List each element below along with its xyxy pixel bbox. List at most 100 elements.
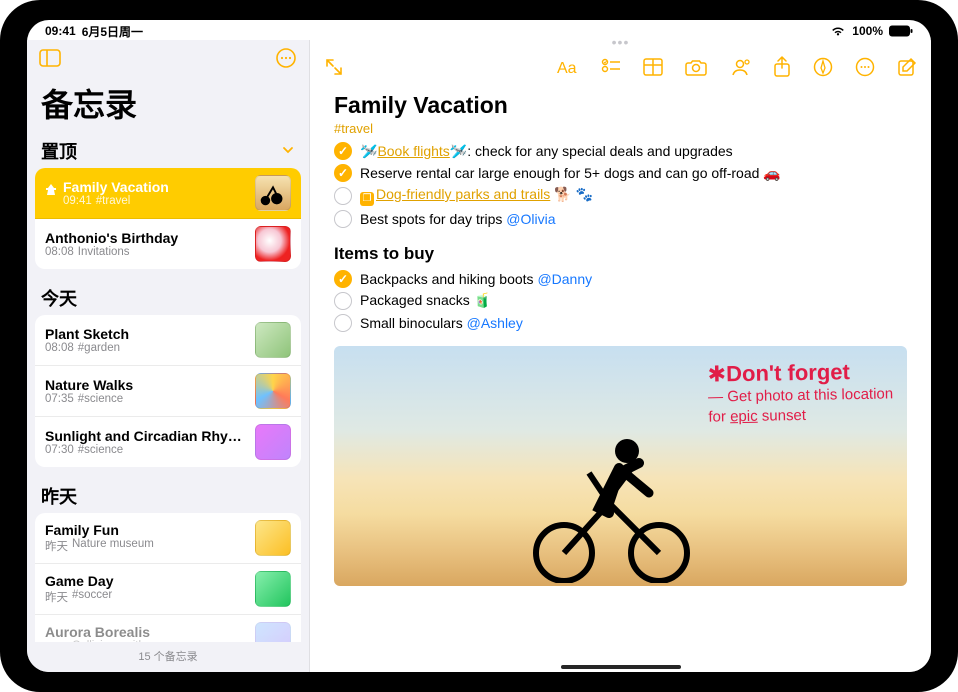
checklist-text: Reserve rental car large enough for 5+ d… bbox=[360, 165, 781, 182]
table-icon[interactable] bbox=[643, 58, 663, 76]
handwritten-annotation: ✱Don't forget — Get photo at this locati… bbox=[707, 358, 893, 425]
chevron-down-icon[interactable] bbox=[281, 141, 295, 162]
note-thumbnail bbox=[255, 226, 291, 262]
checkbox-icon[interactable] bbox=[334, 210, 352, 228]
multitask-dots-icon[interactable]: ••• bbox=[310, 40, 931, 48]
note-link[interactable]: Book flights bbox=[377, 143, 449, 159]
status-time: 09:41 bbox=[45, 24, 76, 38]
checklist-text: Packaged snacks 🧃 bbox=[360, 292, 491, 309]
note-heading: Family Vacation bbox=[334, 92, 907, 119]
sidebar: 备忘录 置顶 bbox=[27, 40, 310, 672]
section-header-yesterday[interactable]: 昨天 bbox=[35, 477, 301, 513]
note-view: ••• Aa bbox=[310, 40, 931, 672]
sidebar-footer-count: 15 个备忘录 bbox=[27, 642, 309, 672]
checklist-text: : check for any special deals and upgrad… bbox=[467, 143, 732, 159]
checklist-text: 🐕 🐾 bbox=[550, 186, 593, 202]
note-title: Family Fun bbox=[45, 522, 247, 538]
note-meta: #travel bbox=[96, 195, 131, 207]
cyclist-silhouette bbox=[519, 413, 699, 583]
checkbox-checked-icon[interactable] bbox=[334, 270, 352, 288]
status-date: 6月5日周一 bbox=[82, 23, 143, 40]
note-meta: Collisions with oxyge bbox=[72, 640, 179, 642]
note-item[interactable]: Nature Walks 07:35#science bbox=[35, 366, 301, 417]
note-title: Sunlight and Circadian Rhy… bbox=[45, 428, 247, 444]
compose-icon[interactable] bbox=[897, 57, 917, 77]
mention[interactable]: @Olivia bbox=[506, 211, 555, 227]
note-thumbnail bbox=[255, 322, 291, 358]
note-title: Family Vacation bbox=[63, 179, 247, 195]
star-icon: ✱ bbox=[707, 361, 726, 386]
svg-text:Aa: Aa bbox=[557, 60, 577, 77]
section-header-pinned[interactable]: 置顶 bbox=[35, 132, 301, 168]
note-item[interactable]: Family Fun 昨天Nature museum bbox=[35, 513, 301, 564]
camera-icon[interactable] bbox=[685, 58, 707, 76]
sidebar-toggle-icon[interactable] bbox=[39, 49, 61, 72]
format-icon[interactable]: Aa bbox=[557, 57, 579, 77]
note-meta: Nature museum bbox=[72, 538, 154, 554]
status-bar: 09:41 6月5日周一 100% bbox=[27, 20, 931, 40]
checklist-text: Best spots for day trips bbox=[360, 211, 506, 227]
more-icon[interactable] bbox=[275, 47, 297, 74]
more-options-icon[interactable] bbox=[855, 57, 875, 77]
note-meta: Invitations bbox=[78, 246, 130, 258]
note-item[interactable]: Aurora Borealis 昨天Collisions with oxyge bbox=[35, 615, 301, 642]
checklist-item[interactable]: Packaged snacks 🧃 bbox=[334, 290, 907, 312]
expand-icon[interactable] bbox=[324, 57, 344, 77]
note-title: Plant Sketch bbox=[45, 326, 247, 342]
note-thumbnail bbox=[255, 424, 291, 460]
note-time: 昨天 bbox=[45, 589, 68, 605]
collaborate-icon[interactable] bbox=[729, 57, 751, 77]
note-time: 09:41 bbox=[63, 195, 92, 207]
note-meta: #soccer bbox=[72, 589, 112, 605]
emoji: 🛩️ bbox=[450, 143, 467, 159]
note-time: 07:30 bbox=[45, 444, 74, 456]
note-meta: #science bbox=[78, 393, 123, 405]
checklist: Backpacks and hiking boots @Danny Packag… bbox=[334, 268, 907, 334]
checklist-item[interactable]: Reserve rental car large enough for 5+ d… bbox=[334, 162, 907, 184]
checklist-text: Small binoculars bbox=[360, 315, 467, 331]
share-icon[interactable] bbox=[773, 56, 791, 78]
note-time: 08:08 bbox=[45, 246, 74, 258]
link-note-icon: ❐ bbox=[360, 192, 374, 206]
note-meta: #garden bbox=[78, 342, 120, 354]
note-body[interactable]: Family Vacation #travel 🛩️Book flights🛩️… bbox=[310, 86, 931, 672]
note-thumbnail bbox=[255, 571, 291, 607]
note-link[interactable]: Dog-friendly parks and trails bbox=[376, 186, 550, 202]
note-time: 昨天 bbox=[45, 538, 68, 554]
note-thumbnail bbox=[255, 520, 291, 556]
note-image[interactable]: ✱Don't forget — Get photo at this locati… bbox=[334, 346, 907, 586]
mention[interactable]: @Danny bbox=[537, 271, 592, 287]
checkbox-icon[interactable] bbox=[334, 187, 352, 205]
home-indicator[interactable] bbox=[561, 665, 681, 669]
section-header-today[interactable]: 今天 bbox=[35, 279, 301, 315]
checkbox-checked-icon[interactable] bbox=[334, 142, 352, 160]
section-header-label: 今天 bbox=[41, 285, 77, 311]
checklist-item[interactable]: Small binoculars @Ashley bbox=[334, 312, 907, 334]
battery-icon bbox=[889, 25, 913, 37]
markup-icon[interactable] bbox=[813, 57, 833, 77]
checkbox-icon[interactable] bbox=[334, 314, 352, 332]
checklist-item[interactable]: Backpacks and hiking boots @Danny bbox=[334, 268, 907, 290]
note-item[interactable]: Anthonio's Birthday 08:08 Invitations bbox=[35, 219, 301, 269]
note-tag[interactable]: #travel bbox=[334, 121, 907, 136]
mention[interactable]: @Ashley bbox=[467, 315, 523, 331]
sidebar-title: 备忘录 bbox=[27, 80, 309, 132]
handwriting-title: Don't forget bbox=[726, 359, 850, 386]
note-item[interactable]: Family Vacation 09:41 #travel bbox=[35, 168, 301, 219]
handwriting-line: — Get photo at this location bbox=[708, 385, 893, 405]
checklist-item[interactable]: 🛩️Book flights🛩️: check for any special … bbox=[334, 140, 907, 162]
checklist-item[interactable]: Best spots for day trips @Olivia bbox=[334, 208, 907, 230]
note-thumbnail bbox=[255, 622, 291, 642]
note-item[interactable]: Game Day 昨天#soccer bbox=[35, 564, 301, 615]
checkbox-icon[interactable] bbox=[334, 292, 352, 310]
note-title: Game Day bbox=[45, 573, 247, 589]
note-time: 08:08 bbox=[45, 342, 74, 354]
note-item[interactable]: Sunlight and Circadian Rhy… 07:30#scienc… bbox=[35, 417, 301, 467]
checklist-item[interactable]: ❐Dog-friendly parks and trails 🐕 🐾 bbox=[334, 184, 907, 208]
checkbox-checked-icon[interactable] bbox=[334, 164, 352, 182]
note-item[interactable]: Plant Sketch 08:08 #garden bbox=[35, 315, 301, 366]
emoji: 🛩️ bbox=[360, 143, 377, 159]
checklist-icon[interactable] bbox=[601, 57, 621, 77]
section-header-label: 置顶 bbox=[41, 138, 77, 164]
note-title: Anthonio's Birthday bbox=[45, 230, 247, 246]
